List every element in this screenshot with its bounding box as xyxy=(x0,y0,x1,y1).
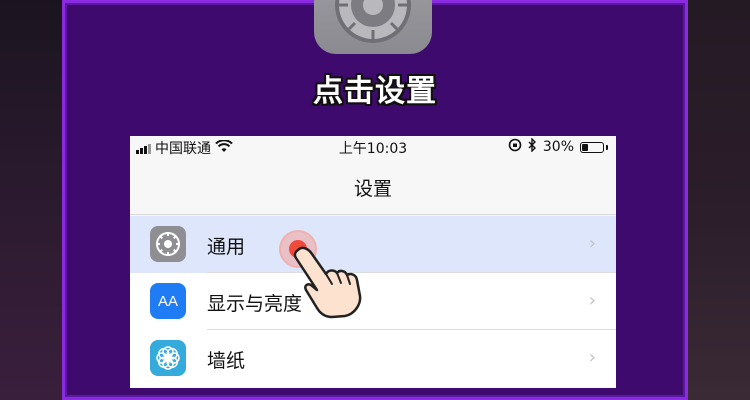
settings-row-display-brightness[interactable]: AA 显示与亮度 › xyxy=(130,273,616,330)
chevron-right-icon: › xyxy=(588,290,596,311)
status-bar: 中国联通 上午10:03 30% xyxy=(130,136,616,158)
text-size-icon: AA xyxy=(150,283,186,319)
phone-screenshot: 中国联通 上午10:03 30% 设置 通用 › AA 显示与亮度 › 墙纸 › xyxy=(130,136,616,388)
background-right xyxy=(688,0,750,400)
settings-row-wallpaper[interactable]: 墙纸 › xyxy=(130,330,616,387)
settings-row-label: 墙纸 xyxy=(207,350,246,372)
gear-icon xyxy=(150,226,186,262)
nav-separator xyxy=(130,214,616,215)
pointing-hand-icon xyxy=(290,240,370,324)
instruction-heading: 点击设置 xyxy=(313,74,437,109)
flower-icon xyxy=(150,340,186,376)
orientation-lock-icon xyxy=(508,138,522,156)
chevron-right-icon: › xyxy=(588,347,596,368)
settings-list: 通用 › AA 显示与亮度 › 墙纸 › xyxy=(130,216,616,387)
settings-row-label: 通用 xyxy=(207,236,246,258)
battery-icon xyxy=(580,141,604,153)
settings-row-general[interactable]: 通用 › xyxy=(130,216,616,273)
chevron-right-icon: › xyxy=(588,233,596,254)
battery-percentage: 30% xyxy=(542,139,574,155)
bluetooth-icon xyxy=(528,137,537,156)
background-left xyxy=(0,0,62,400)
settings-app-icon xyxy=(314,0,432,54)
settings-row-label: 显示与亮度 xyxy=(207,293,303,315)
nav-title: 设置 xyxy=(353,178,392,200)
